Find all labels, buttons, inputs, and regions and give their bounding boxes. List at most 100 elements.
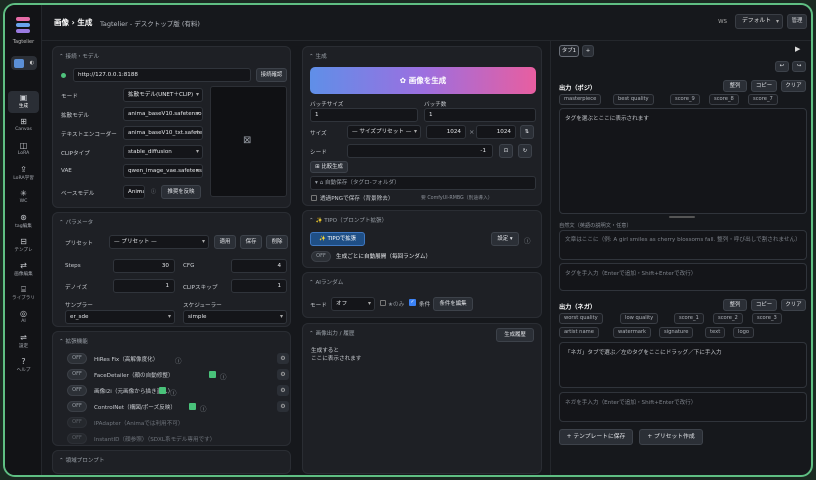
star-only-checkbox[interactable]	[380, 300, 386, 306]
base-model-select[interactable]: Anima	[123, 185, 145, 199]
denoise-input[interactable]: 1	[113, 279, 175, 293]
positive-copy-button[interactable]: コピー	[751, 80, 777, 92]
workspace-select[interactable]: デフォルト	[735, 14, 783, 29]
sidebar-item-settings[interactable]: ⇌ 設定	[8, 331, 39, 353]
sidebar-item-generate[interactable]: ▣ 生成	[8, 91, 39, 113]
save-template-button[interactable]: + テンプレートに保存	[559, 429, 633, 445]
tag-chip[interactable]: masterpiece	[559, 94, 602, 105]
preset-delete-button[interactable]: 削除	[266, 235, 288, 249]
tag-chip[interactable]: worst quality	[559, 313, 603, 324]
size-preset-select[interactable]: — サイズプリセット —	[347, 125, 421, 139]
preset-select[interactable]: — プリセット —	[109, 235, 209, 249]
condition-checkbox[interactable]: ✓	[409, 299, 416, 306]
sidebar-item-wc[interactable]: ✳ WC	[8, 187, 39, 209]
negative-sort-button[interactable]: 整列	[723, 299, 747, 311]
tag-chip[interactable]: best quality	[613, 94, 654, 105]
play-icon[interactable]: ▶	[795, 45, 800, 53]
transparent-png-checkbox[interactable]	[311, 195, 317, 201]
tag-chip[interactable]: score_9	[670, 94, 700, 105]
model-row-select[interactable]: anima_baseV10.safetensors	[123, 107, 203, 121]
scheduler-select[interactable]: simple	[183, 310, 287, 324]
tag-chip[interactable]: logo	[733, 327, 755, 338]
model-row-select[interactable]: 拡散モデル(UNET＋CLIP)	[123, 88, 203, 102]
gear-icon[interactable]: ⚙	[277, 401, 289, 412]
reuse-seed-icon[interactable]: ↻	[518, 144, 532, 158]
extension-toggle[interactable]: OFF	[67, 385, 87, 396]
model-row-select[interactable]: qwen_image_vae.safetensors	[123, 164, 203, 178]
negative-tag-input[interactable]: ネガを手入力（Enterで追加・Shift+Enterで改行）	[559, 392, 807, 422]
tag-chip[interactable]: low quality	[620, 313, 659, 324]
tag-chip[interactable]: score_1	[674, 313, 704, 324]
sampler-select[interactable]: er_sde	[65, 310, 175, 324]
generate-button[interactable]: ✿ 画像を生成	[310, 67, 536, 94]
swap-size-icon[interactable]: ⇅	[520, 125, 534, 139]
extension-toggle[interactable]: OFF	[67, 353, 87, 364]
cfg-input[interactable]: 4	[231, 259, 287, 273]
sidebar-item-label: AI	[21, 319, 26, 324]
natural-text-input[interactable]: 文章はここに（例: A girl smiles as cherry blosso…	[559, 230, 807, 260]
batch-size-input[interactable]: 1	[310, 108, 418, 122]
manage-button[interactable]: 管理	[787, 14, 807, 29]
model-row-select[interactable]: anima_baseV10_txt.safetensors	[123, 126, 203, 140]
steps-input[interactable]: 30	[113, 259, 175, 273]
history-button[interactable]: 生成履歴	[496, 328, 534, 342]
compare-generate-button[interactable]: ⊞ 比較生成	[310, 161, 348, 173]
preset-save-button[interactable]: 保存	[240, 235, 262, 249]
create-preset-button[interactable]: + プリセット作成	[639, 429, 703, 445]
undo-icon[interactable]: ↩	[775, 61, 789, 72]
add-tab-button[interactable]: +	[582, 45, 594, 57]
height-input[interactable]: 1024	[476, 125, 516, 139]
tipo-auto-toggle[interactable]: OFF	[311, 251, 331, 262]
sidebar-item-library[interactable]: ⌸ ライブラリ	[8, 283, 39, 305]
tag-chip[interactable]: signature	[659, 327, 694, 338]
gear-icon[interactable]: ⚙	[277, 385, 289, 396]
model-row-select[interactable]: stable_diffusion	[123, 145, 203, 159]
tag-chip[interactable]: score_8	[709, 94, 739, 105]
tag-chip[interactable]: score_7	[748, 94, 778, 105]
batch-count-input[interactable]: 1	[424, 108, 536, 122]
tipo-settings-button[interactable]: 設定 ▾	[491, 232, 519, 246]
positive-clear-button[interactable]: クリア	[781, 80, 806, 92]
page-subtitle: Tagtelier - デスクトップ版 (有料)	[100, 20, 200, 28]
extension-toggle[interactable]: OFF	[67, 369, 87, 380]
connection-check-button[interactable]: 接続確認	[256, 68, 287, 82]
negative-copy-button[interactable]: コピー	[751, 299, 777, 311]
server-url-input[interactable]: http://127.0.0.1:8188	[73, 68, 251, 82]
sidebar-item-image-edit[interactable]: ⇄ 画像編集	[8, 259, 39, 281]
gear-icon[interactable]: ⚙	[277, 353, 289, 364]
apply-recommended-button[interactable]: 推奨を反映	[161, 185, 201, 199]
sidebar-item-help[interactable]: ? ヘルプ	[8, 355, 39, 377]
ai-mode-select[interactable]: オフ	[331, 297, 375, 311]
account-switch[interactable]: ◐	[11, 56, 37, 70]
sidebar-item-lora-training[interactable]: ⇪ LoRA学習	[8, 163, 39, 185]
tag-chip[interactable]: watermark	[613, 327, 652, 338]
prompt-tab[interactable]: タブ1	[559, 45, 579, 57]
sidebar-item-ai[interactable]: ◎ AI	[8, 307, 39, 329]
sidebar-item-template[interactable]: ⊟ テンプレ	[8, 235, 39, 257]
seed-input[interactable]: -1	[347, 144, 493, 158]
autosave-folder-input[interactable]: ▾ ⌂ 自動保存（タグロ-フォルダ）	[310, 176, 536, 190]
tag-chip[interactable]: score_2	[713, 313, 743, 324]
positive-tag-input[interactable]: タグを手入力（Enterで追加・Shift+Enterで改行）	[559, 263, 807, 291]
sidebar-item-tag[interactable]: ⊛ tag編集	[8, 211, 39, 233]
negative-clear-button[interactable]: クリア	[781, 299, 806, 311]
negative-output-area[interactable]: 「ネガ」タブで選ぶ／左のタグをここにドラッグ／下に手入力	[559, 342, 807, 388]
tag-chip[interactable]: artist name	[559, 327, 599, 338]
redo-icon[interactable]: ↪	[792, 61, 806, 72]
tipo-expand-button[interactable]: ✨ TIPOで拡張	[310, 232, 365, 246]
clip-skip-input[interactable]: 1	[231, 279, 287, 293]
sidebar-item-canvas[interactable]: ⊞ Canvas	[8, 115, 39, 137]
tag-chip[interactable]: score_3	[752, 313, 782, 324]
extension-toggle[interactable]: OFF	[67, 401, 87, 412]
width-input[interactable]: 1024	[426, 125, 466, 139]
sidebar-item-label: LoRA	[17, 151, 30, 156]
gear-icon[interactable]: ⚙	[277, 369, 289, 380]
sidebar-item-lora[interactable]: ◫ LoRA	[8, 139, 39, 161]
random-seed-icon[interactable]: ⊡	[499, 144, 513, 158]
edit-condition-button[interactable]: 条件を編集	[433, 297, 473, 311]
positive-output-area[interactable]: タグを選ぶとここに表示されます	[559, 108, 807, 214]
preset-apply-button[interactable]: 適用	[214, 235, 236, 249]
positive-sort-button[interactable]: 整列	[723, 80, 747, 92]
tag-chip[interactable]: text	[705, 327, 726, 338]
resize-handle[interactable]	[669, 216, 695, 218]
